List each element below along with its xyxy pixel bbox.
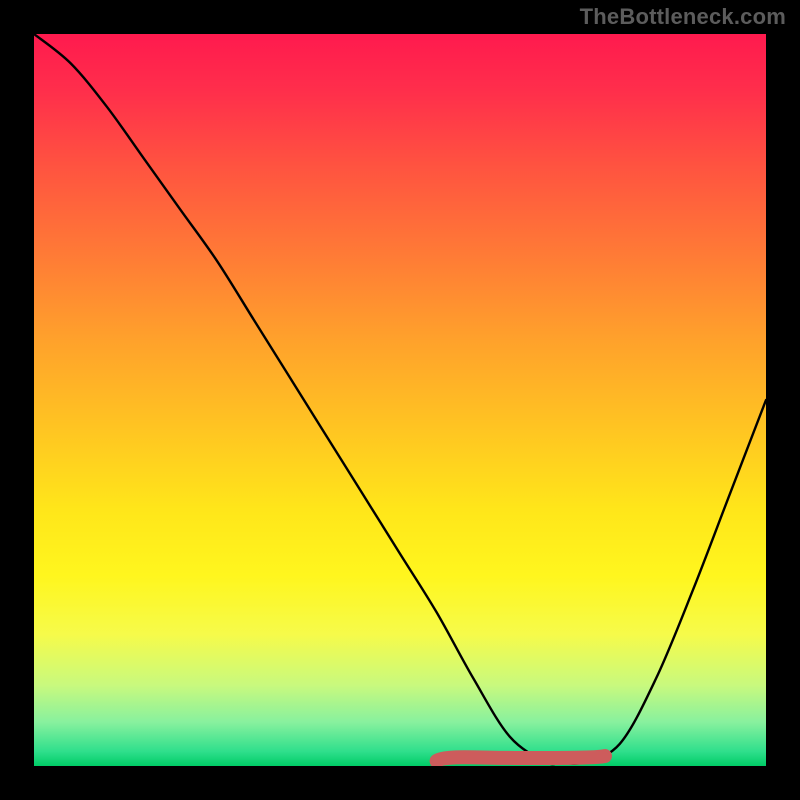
chart-frame: TheBottleneck.com xyxy=(0,0,800,800)
curve-overlay xyxy=(34,34,766,766)
attribution-label: TheBottleneck.com xyxy=(580,4,786,30)
bottleneck-curve xyxy=(34,34,766,764)
plot-area xyxy=(34,34,766,766)
bottom-band xyxy=(437,756,605,761)
